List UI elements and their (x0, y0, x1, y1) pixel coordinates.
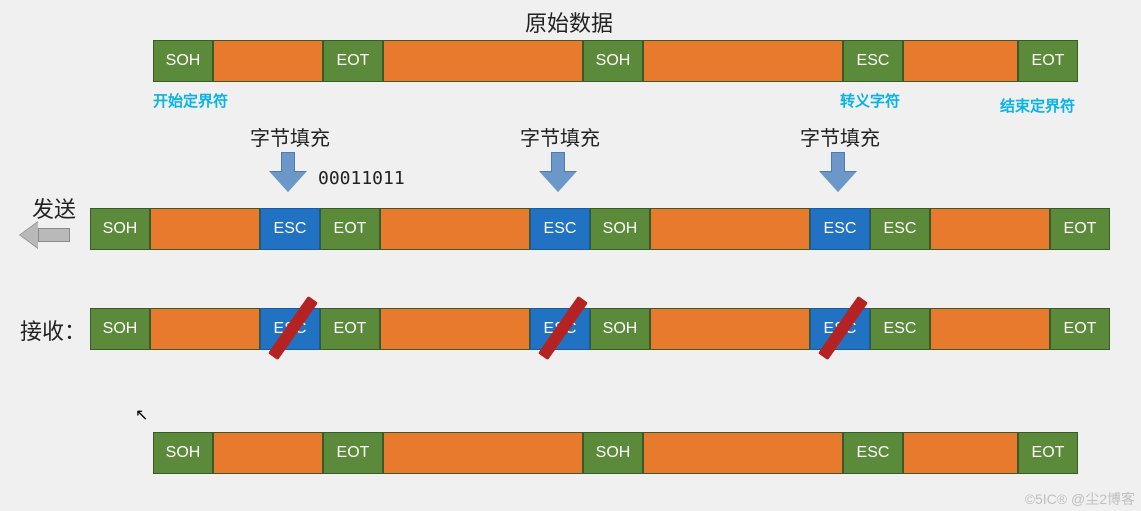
r2-data4 (930, 208, 1050, 250)
r1-soh2: SOH (583, 40, 643, 82)
r2-esc-stuffed-1: ESC (260, 208, 320, 250)
down-arrow-icon (270, 152, 306, 192)
r3-data3 (650, 308, 810, 350)
r3-eot2: EOT (1050, 308, 1110, 350)
stuff-label-3: 字节填充 (800, 122, 880, 151)
side-send: 发送 (32, 192, 76, 224)
r1-data3 (643, 40, 843, 82)
note-esc-char: 转义字符 (840, 90, 900, 111)
r1-data2 (383, 40, 583, 82)
r2-eot2: EOT (1050, 208, 1110, 250)
down-arrow-icon (540, 152, 576, 192)
r3-esc-orig: ESC (870, 308, 930, 350)
side-recv: 接收： (20, 314, 86, 346)
r1-eot2: EOT (1018, 40, 1078, 82)
r2-soh: SOH (90, 208, 150, 250)
r3-soh2: SOH (590, 308, 650, 350)
r1-esc: ESC (843, 40, 903, 82)
r2-esc-stuffed-3: ESC (810, 208, 870, 250)
r3-soh: SOH (90, 308, 150, 350)
r2-eot1: EOT (320, 208, 380, 250)
r2-esc-orig: ESC (870, 208, 930, 250)
r1-eot1: EOT (323, 40, 383, 82)
r3-data4 (930, 308, 1050, 350)
note-start-delim: 开始定界符 (153, 90, 228, 111)
r4-eot1: EOT (323, 432, 383, 474)
r2-data2 (380, 208, 530, 250)
r2-data3 (650, 208, 810, 250)
down-arrow-icon (820, 152, 856, 192)
frame-stuffing-diagram: { "title": "原始数据", "notes": { "start_del… (0, 0, 1141, 511)
r4-data4 (903, 432, 1018, 474)
stuff-bits: 00011011 (318, 168, 405, 189)
r2-esc-stuffed-2: ESC (530, 208, 590, 250)
r1-soh: SOH (153, 40, 213, 82)
r4-data1 (213, 432, 323, 474)
r4-data2 (383, 432, 583, 474)
r4-eot2: EOT (1018, 432, 1078, 474)
cursor-icon: ↖ (135, 405, 148, 425)
watermark: ©5IC® @尘2博客 (1025, 489, 1135, 509)
r4-soh: SOH (153, 432, 213, 474)
r3-data2 (380, 308, 530, 350)
r1-data1 (213, 40, 323, 82)
diagram-title: 原始数据 (525, 6, 613, 38)
r2-soh2: SOH (590, 208, 650, 250)
r3-eot1: EOT (320, 308, 380, 350)
r4-data3 (643, 432, 843, 474)
stuff-label-1: 字节填充 (250, 122, 330, 151)
stuff-label-2: 字节填充 (520, 122, 600, 151)
r2-data1 (150, 208, 260, 250)
r1-data4 (903, 40, 1018, 82)
r3-data1 (150, 308, 260, 350)
r4-soh2: SOH (583, 432, 643, 474)
note-end-delim: 结束定界符 (1000, 95, 1075, 116)
r4-esc: ESC (843, 432, 903, 474)
